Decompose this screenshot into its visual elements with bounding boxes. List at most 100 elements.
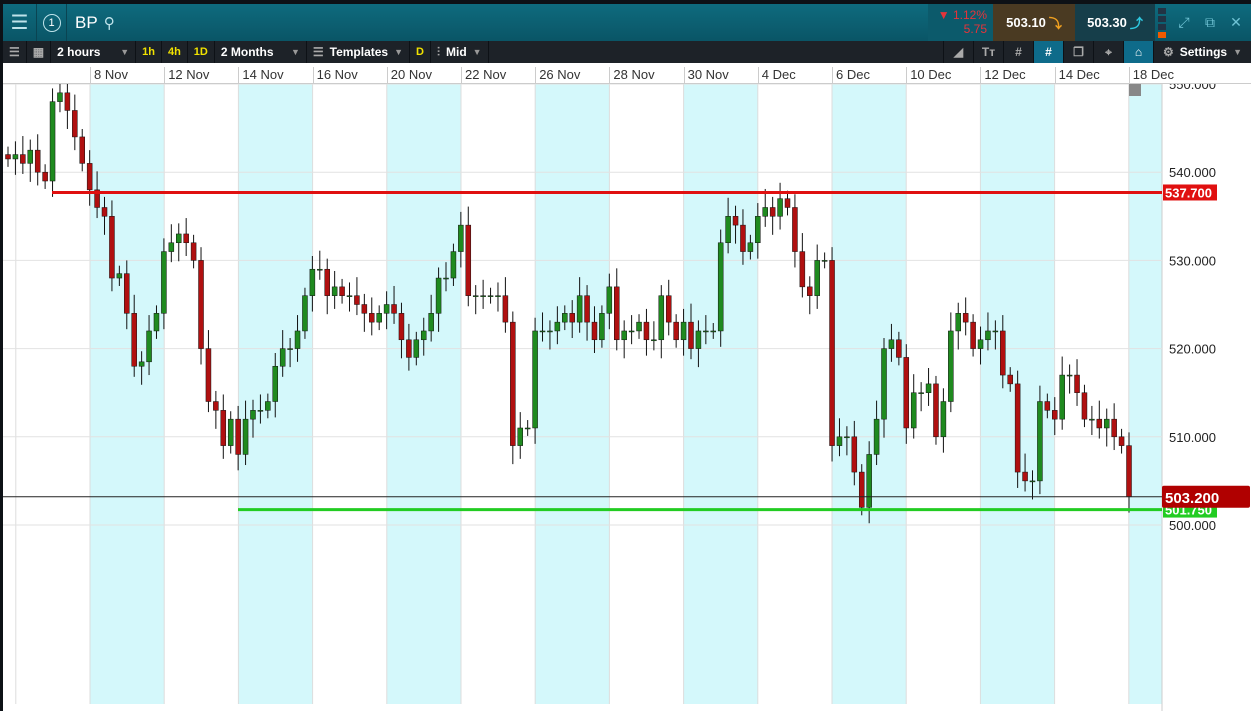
candle-body <box>72 110 78 138</box>
grid-icon[interactable]: # <box>1003 41 1033 63</box>
crosshair-icon[interactable]: ⌖ <box>1093 41 1123 63</box>
candle-body <box>487 295 494 297</box>
candle-body <box>294 330 301 349</box>
close-icon[interactable]: ✕ <box>1223 4 1249 41</box>
chevron-down-icon: ▼ <box>394 47 404 57</box>
candle-body <box>42 171 48 182</box>
candle-body <box>1000 330 1006 376</box>
candle-body <box>732 216 739 226</box>
candle-body <box>985 330 991 341</box>
change-absolute: 5.75 <box>963 22 987 36</box>
candle-body <box>866 454 872 508</box>
candle-body <box>428 313 434 332</box>
candle-body <box>903 357 910 429</box>
candle-body <box>324 268 330 296</box>
d-button[interactable]: D <box>410 41 431 63</box>
candle-body <box>220 410 227 446</box>
y-tick-label: 530.000 <box>1169 253 1216 268</box>
draw-tool-icon[interactable]: ◢ <box>943 41 973 63</box>
candle-body <box>621 330 627 341</box>
candle-body <box>376 313 382 323</box>
candle-body <box>480 295 486 297</box>
candle-body <box>940 401 947 438</box>
interval-value: 2 hours <box>57 45 101 59</box>
candle-body <box>205 348 212 402</box>
scroll-up-icon[interactable] <box>1129 84 1141 96</box>
interval-4h[interactable]: 4h <box>162 41 188 63</box>
x-tick-label: 12 Dec <box>980 67 1026 84</box>
candle-body <box>591 321 598 341</box>
candle-body <box>57 92 63 102</box>
candle-body <box>79 136 85 164</box>
snap-grid-icon[interactable]: # <box>1033 41 1063 63</box>
y-tick-label: 520.000 <box>1169 342 1216 357</box>
search-icon[interactable]: ⚲ <box>104 14 115 32</box>
session-band <box>535 84 610 704</box>
x-tick-label: 30 Nov <box>683 67 729 84</box>
interval-1d[interactable]: 1D <box>188 41 215 63</box>
candle-body <box>962 313 969 323</box>
change-percent: ▼ 1.12% <box>937 8 987 22</box>
price-chart[interactable]: 560.000550.000540.000530.000520.000510.0… <box>3 84 1251 711</box>
candle-body <box>101 207 108 217</box>
chevron-down-icon: ▼ <box>290 47 300 57</box>
time-axis: 8 Nov 12 Nov 14 Nov 16 Nov 20 Nov 22 Nov 26 No… <box>3 63 1251 84</box>
templates-button[interactable]: ☰ Templates ▼ <box>307 41 411 63</box>
copy-icon[interactable]: ❐ <box>1063 41 1093 63</box>
settings-button[interactable]: ⚙ Settings ▼ <box>1153 41 1251 63</box>
candle-body <box>406 339 412 358</box>
candle-body <box>888 339 895 349</box>
candle-body <box>740 224 746 252</box>
candle-body <box>1118 436 1125 446</box>
candle-body <box>495 295 501 297</box>
x-tick-label: 6 Dec <box>832 67 870 84</box>
candle-body <box>435 277 442 314</box>
candle-body <box>12 154 19 160</box>
candle-body <box>799 251 806 288</box>
candle-body <box>1014 383 1021 473</box>
candle-body <box>562 313 568 323</box>
alerts-button[interactable]: 1 <box>37 4 67 41</box>
price-type-select[interactable]: ⫶ Mid ▼ <box>431 41 489 63</box>
chevron-down-icon: ▼ <box>472 47 482 57</box>
interval-select[interactable]: 2 hours ▼ <box>51 41 137 63</box>
x-tick-label: 4 Dec <box>757 67 796 84</box>
candle-body <box>198 260 204 349</box>
text-size-icon[interactable]: Tт <box>973 41 1003 63</box>
candle-body <box>124 273 130 314</box>
popout-icon[interactable]: ⧉ <box>1197 4 1223 41</box>
candle-body <box>257 410 264 412</box>
candle-body <box>175 233 182 244</box>
candle-body <box>1074 374 1080 393</box>
x-tick-label: 14 Nov <box>238 67 284 84</box>
y-tick-label: 550.000 <box>1169 84 1216 92</box>
candle-body <box>1022 471 1028 482</box>
candle-body <box>34 149 41 173</box>
sell-button[interactable]: 503.10 ⤵ <box>993 4 1075 41</box>
interval-1h[interactable]: 1h <box>136 41 162 63</box>
candle-body <box>925 383 932 393</box>
candle-body <box>910 392 917 429</box>
buy-button[interactable]: 503.30 ⤴ <box>1075 4 1155 41</box>
x-tick-label: 22 Nov <box>461 67 506 84</box>
gear-icon: ⚙ <box>1162 45 1174 59</box>
menu-button[interactable]: ☰ <box>3 4 37 41</box>
range-select[interactable]: 2 Months ▼ <box>215 41 307 63</box>
candle-body <box>398 313 405 341</box>
layout-icon[interactable]: ▦ <box>27 41 52 63</box>
candle-body <box>599 313 605 341</box>
candle-body <box>784 198 791 208</box>
candle-body <box>992 330 999 333</box>
candle-body <box>1089 418 1095 421</box>
candle-body <box>844 436 850 439</box>
candle-body <box>413 339 420 358</box>
sliders-icon: ☰ <box>312 45 324 59</box>
candle-body <box>235 418 241 455</box>
candle-body <box>755 216 761 244</box>
candle-body <box>354 295 360 305</box>
list-icon[interactable]: ☰ <box>3 41 27 63</box>
candle-body <box>948 330 954 402</box>
expand-icon[interactable]: ⤢ <box>1171 4 1197 41</box>
candle-body <box>20 154 26 164</box>
tag-icon[interactable]: ⌂ <box>1123 41 1153 63</box>
